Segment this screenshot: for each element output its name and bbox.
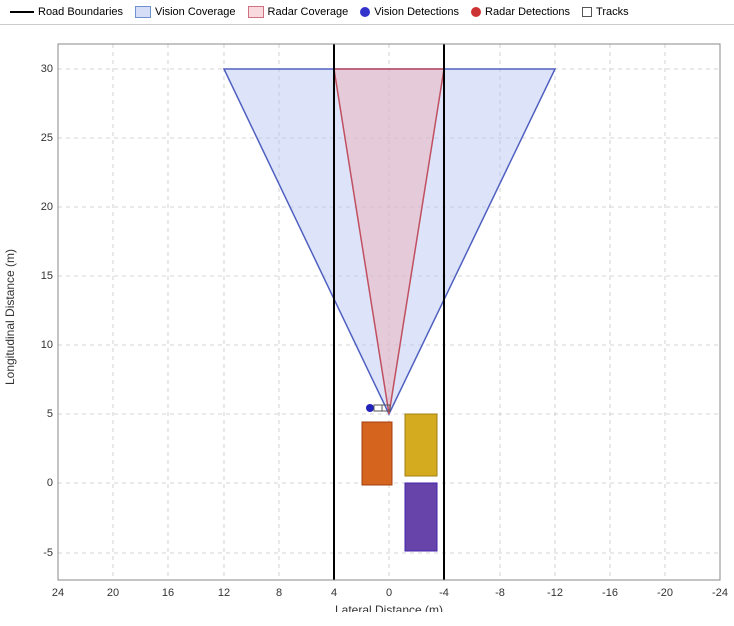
- legend-radar-coverage-label: Radar Coverage: [268, 6, 349, 18]
- radar-coverage-icon: [248, 6, 264, 18]
- y-axis-label: Longitudinal Distance (m): [3, 249, 17, 385]
- svg-text:-20: -20: [657, 587, 673, 599]
- chart-container: Road Boundaries Vision Coverage Radar Co…: [0, 0, 734, 626]
- svg-text:25: 25: [41, 132, 53, 144]
- y-axis-labels: 30 25 20 15 10 5 0 -5: [41, 63, 53, 559]
- legend-road-boundaries: Road Boundaries: [10, 6, 123, 18]
- legend-radar-detections: Radar Detections: [471, 6, 570, 18]
- x-axis-label: Lateral Distance (m): [335, 603, 443, 612]
- svg-text:-8: -8: [495, 587, 505, 599]
- svg-text:4: 4: [331, 587, 337, 599]
- svg-text:20: 20: [41, 201, 53, 213]
- svg-text:-5: -5: [43, 547, 53, 559]
- legend-vision-coverage-label: Vision Coverage: [155, 6, 236, 18]
- radar-detections-icon: [471, 7, 481, 17]
- legend-road-boundaries-label: Road Boundaries: [38, 6, 123, 18]
- svg-text:30: 30: [41, 63, 53, 75]
- vision-coverage-icon: [135, 6, 151, 18]
- legend-radar-coverage: Radar Coverage: [248, 6, 349, 18]
- svg-text:-24: -24: [712, 587, 728, 599]
- tracks-icon: [582, 7, 592, 17]
- vision-detection-dot: [366, 404, 374, 412]
- svg-text:-4: -4: [439, 587, 449, 599]
- track-yellow: [405, 414, 437, 476]
- legend-tracks: Tracks: [582, 6, 629, 18]
- legend: Road Boundaries Vision Coverage Radar Co…: [0, 0, 734, 25]
- track-orange: [362, 422, 392, 485]
- svg-text:16: 16: [162, 587, 174, 599]
- svg-text:0: 0: [386, 587, 392, 599]
- legend-vision-detections: Vision Detections: [360, 6, 459, 18]
- legend-tracks-label: Tracks: [596, 6, 629, 18]
- vision-detections-icon: [360, 7, 370, 17]
- svg-text:-12: -12: [547, 587, 563, 599]
- svg-text:20: 20: [107, 587, 119, 599]
- svg-text:-16: -16: [602, 587, 618, 599]
- svg-text:8: 8: [276, 587, 282, 599]
- svg-text:24: 24: [52, 587, 64, 599]
- svg-text:15: 15: [41, 270, 53, 282]
- legend-vision-coverage: Vision Coverage: [135, 6, 236, 18]
- legend-radar-detections-label: Radar Detections: [485, 6, 570, 18]
- road-boundaries-icon: [10, 11, 34, 13]
- main-chart: 30 25 20 15 10 5 0 -5 24 20 16 12 8 4 0 …: [0, 32, 734, 612]
- svg-text:10: 10: [41, 339, 53, 351]
- track-purple: [405, 483, 437, 551]
- svg-text:5: 5: [47, 408, 53, 420]
- x-axis-labels: 24 20 16 12 8 4 0 -4 -8 -12 -16 -20 -24: [52, 587, 728, 599]
- svg-text:12: 12: [218, 587, 230, 599]
- legend-vision-detections-label: Vision Detections: [374, 6, 459, 18]
- svg-text:0: 0: [47, 477, 53, 489]
